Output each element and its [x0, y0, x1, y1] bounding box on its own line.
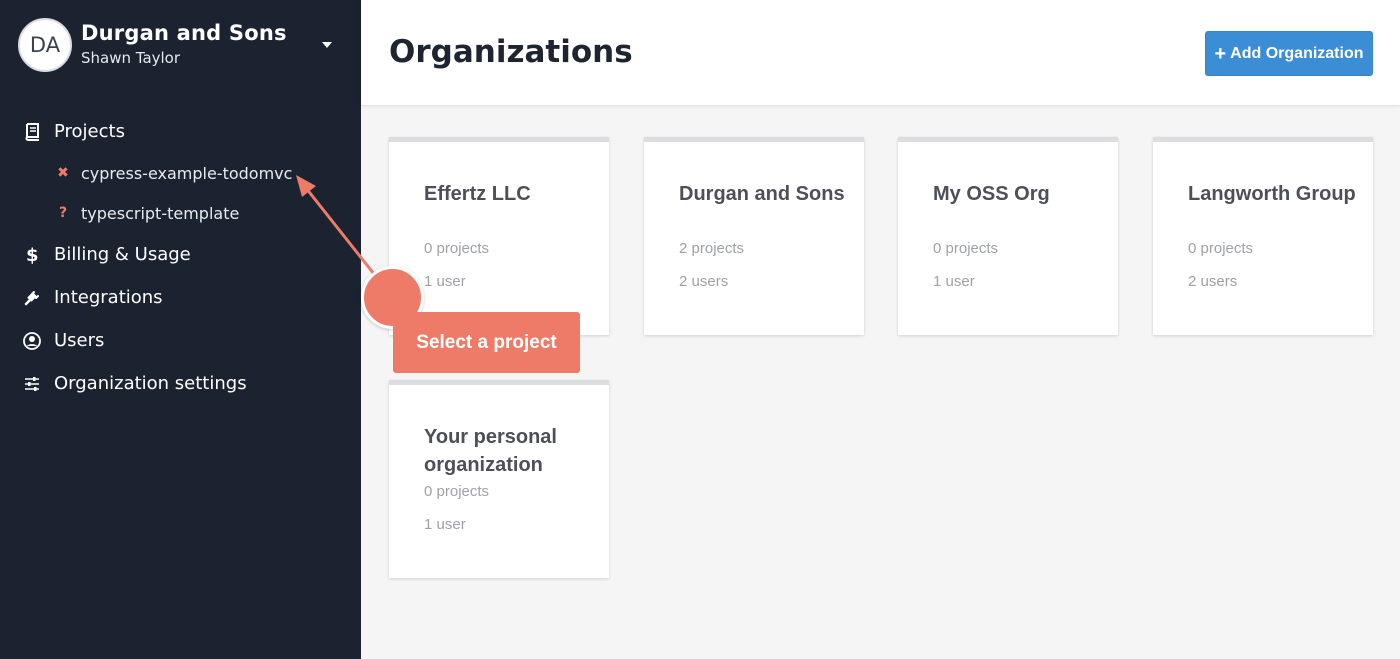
org-card-users: 2 users [679, 273, 729, 290]
org-card-title: Langworth Group [1188, 183, 1356, 205]
org-card-projects: 0 projects [1188, 240, 1254, 257]
avatar: DA [18, 18, 72, 72]
question-icon: ? [58, 205, 68, 221]
page-title: Organizations [389, 34, 633, 70]
current-org-name: Durgan and Sons [81, 21, 287, 45]
org-card[interactable]: Your personal organization 0 projects 1 … [389, 380, 609, 578]
org-card[interactable]: Durgan and Sons 2 projects 2 users [644, 137, 864, 335]
org-card-title: Durgan and Sons [679, 183, 845, 205]
add-organization-button[interactable]: + Add Organization [1205, 31, 1373, 76]
plug-icon [22, 288, 42, 308]
sidebar-item-label: Organization settings [54, 373, 247, 394]
project-item-cypress-example-todomvc[interactable]: ✖ cypress-example-todomvc [0, 153, 361, 193]
sidebar-item-organization-settings[interactable]: Organization settings [0, 362, 361, 405]
org-switcher[interactable]: DA Durgan and Sons Shawn Taylor [18, 18, 338, 74]
org-card-projects: 0 projects [424, 483, 490, 500]
sidebar-item-users[interactable]: Users [0, 319, 361, 362]
add-organization-label: Add Organization [1230, 44, 1364, 62]
sliders-icon [22, 374, 42, 394]
org-card-title: Your personal organization [424, 426, 557, 476]
book-icon [22, 122, 42, 142]
sidebar-item-label: Billing & Usage [54, 244, 191, 265]
project-item-label: typescript-template [81, 203, 240, 223]
org-card-users: 1 user [424, 273, 466, 290]
org-card-title: Effertz LLC [424, 183, 531, 205]
x-icon: ✖ [57, 165, 69, 181]
sidebar-item-label: Integrations [54, 287, 163, 308]
org-card[interactable]: My OSS Org 0 projects 1 user [898, 137, 1118, 335]
sidebar-item-label: Projects [54, 121, 125, 142]
sidebar-nav: Projects ✖ cypress-example-todomvc ? typ… [0, 110, 361, 405]
org-card[interactable]: Langworth Group 0 projects 2 users [1153, 137, 1373, 335]
org-card-projects: 0 projects [424, 240, 490, 257]
org-card-projects: 0 projects [933, 240, 999, 257]
org-card-projects: 2 projects [679, 240, 745, 257]
sidebar-item-integrations[interactable]: Integrations [0, 276, 361, 319]
dollar-icon: $ [22, 245, 42, 265]
org-card-users: 1 user [933, 273, 975, 290]
sidebar: DA Durgan and Sons Shawn Taylor Projects… [0, 0, 361, 659]
user-circle-icon [22, 331, 42, 351]
project-item-typescript-template[interactable]: ? typescript-template [0, 193, 361, 233]
sidebar-item-billing[interactable]: $ Billing & Usage [0, 233, 361, 276]
page-header: Organizations + Add Organization [361, 0, 1400, 106]
sidebar-item-label: Users [54, 330, 105, 351]
sidebar-item-projects[interactable]: Projects [0, 110, 361, 153]
org-card-users: 1 user [424, 516, 466, 533]
project-item-label: cypress-example-todomvc [81, 163, 293, 183]
org-card-title: My OSS Org [933, 183, 1050, 205]
annotation-callout: Select a project [393, 312, 580, 373]
current-user-name: Shawn Taylor [81, 49, 181, 67]
svg-text:$: $ [26, 245, 39, 265]
org-card-users: 2 users [1188, 273, 1238, 290]
chevron-down-icon[interactable] [322, 42, 332, 48]
plus-icon: + [1214, 42, 1227, 65]
